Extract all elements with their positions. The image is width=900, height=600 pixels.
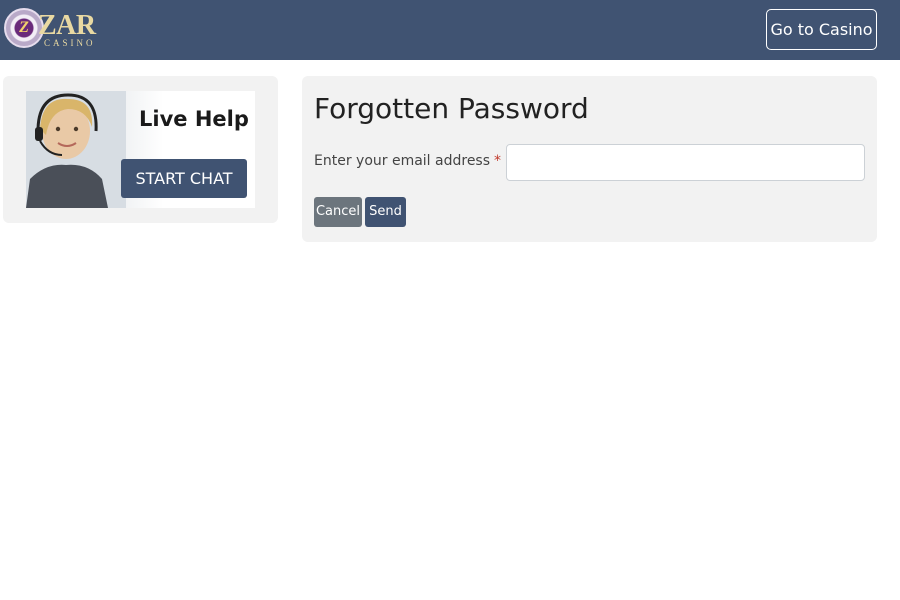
email-field[interactable] <box>506 144 865 181</box>
cancel-button[interactable]: Cancel <box>314 197 362 227</box>
start-chat-button[interactable]: START CHAT <box>121 159 247 198</box>
zar-casino-logo[interactable]: Z ZAR CASINO <box>4 8 96 52</box>
send-button[interactable]: Send <box>365 197 406 227</box>
email-label-text: Enter your email address <box>314 153 491 169</box>
logo-subtitle: CASINO <box>44 38 96 48</box>
support-agent-icon <box>26 91 126 208</box>
required-asterisk: * <box>494 153 502 169</box>
go-to-casino-button[interactable]: Go to Casino <box>766 9 877 50</box>
page-title: Forgotten Password <box>314 92 589 125</box>
forgotten-password-panel: Forgotten Password Enter your email addr… <box>302 76 877 242</box>
live-help-banner[interactable]: Live Help START CHAT <box>26 91 255 208</box>
email-label: Enter your email address * <box>314 153 501 169</box>
logo-chip-letter: Z <box>19 19 29 36</box>
logo-wordmark: ZAR <box>38 10 96 41</box>
live-help-panel: Live Help START CHAT <box>3 76 278 223</box>
top-bar: Z ZAR CASINO Go to Casino <box>0 0 900 60</box>
live-help-title: Live Help <box>139 107 249 131</box>
